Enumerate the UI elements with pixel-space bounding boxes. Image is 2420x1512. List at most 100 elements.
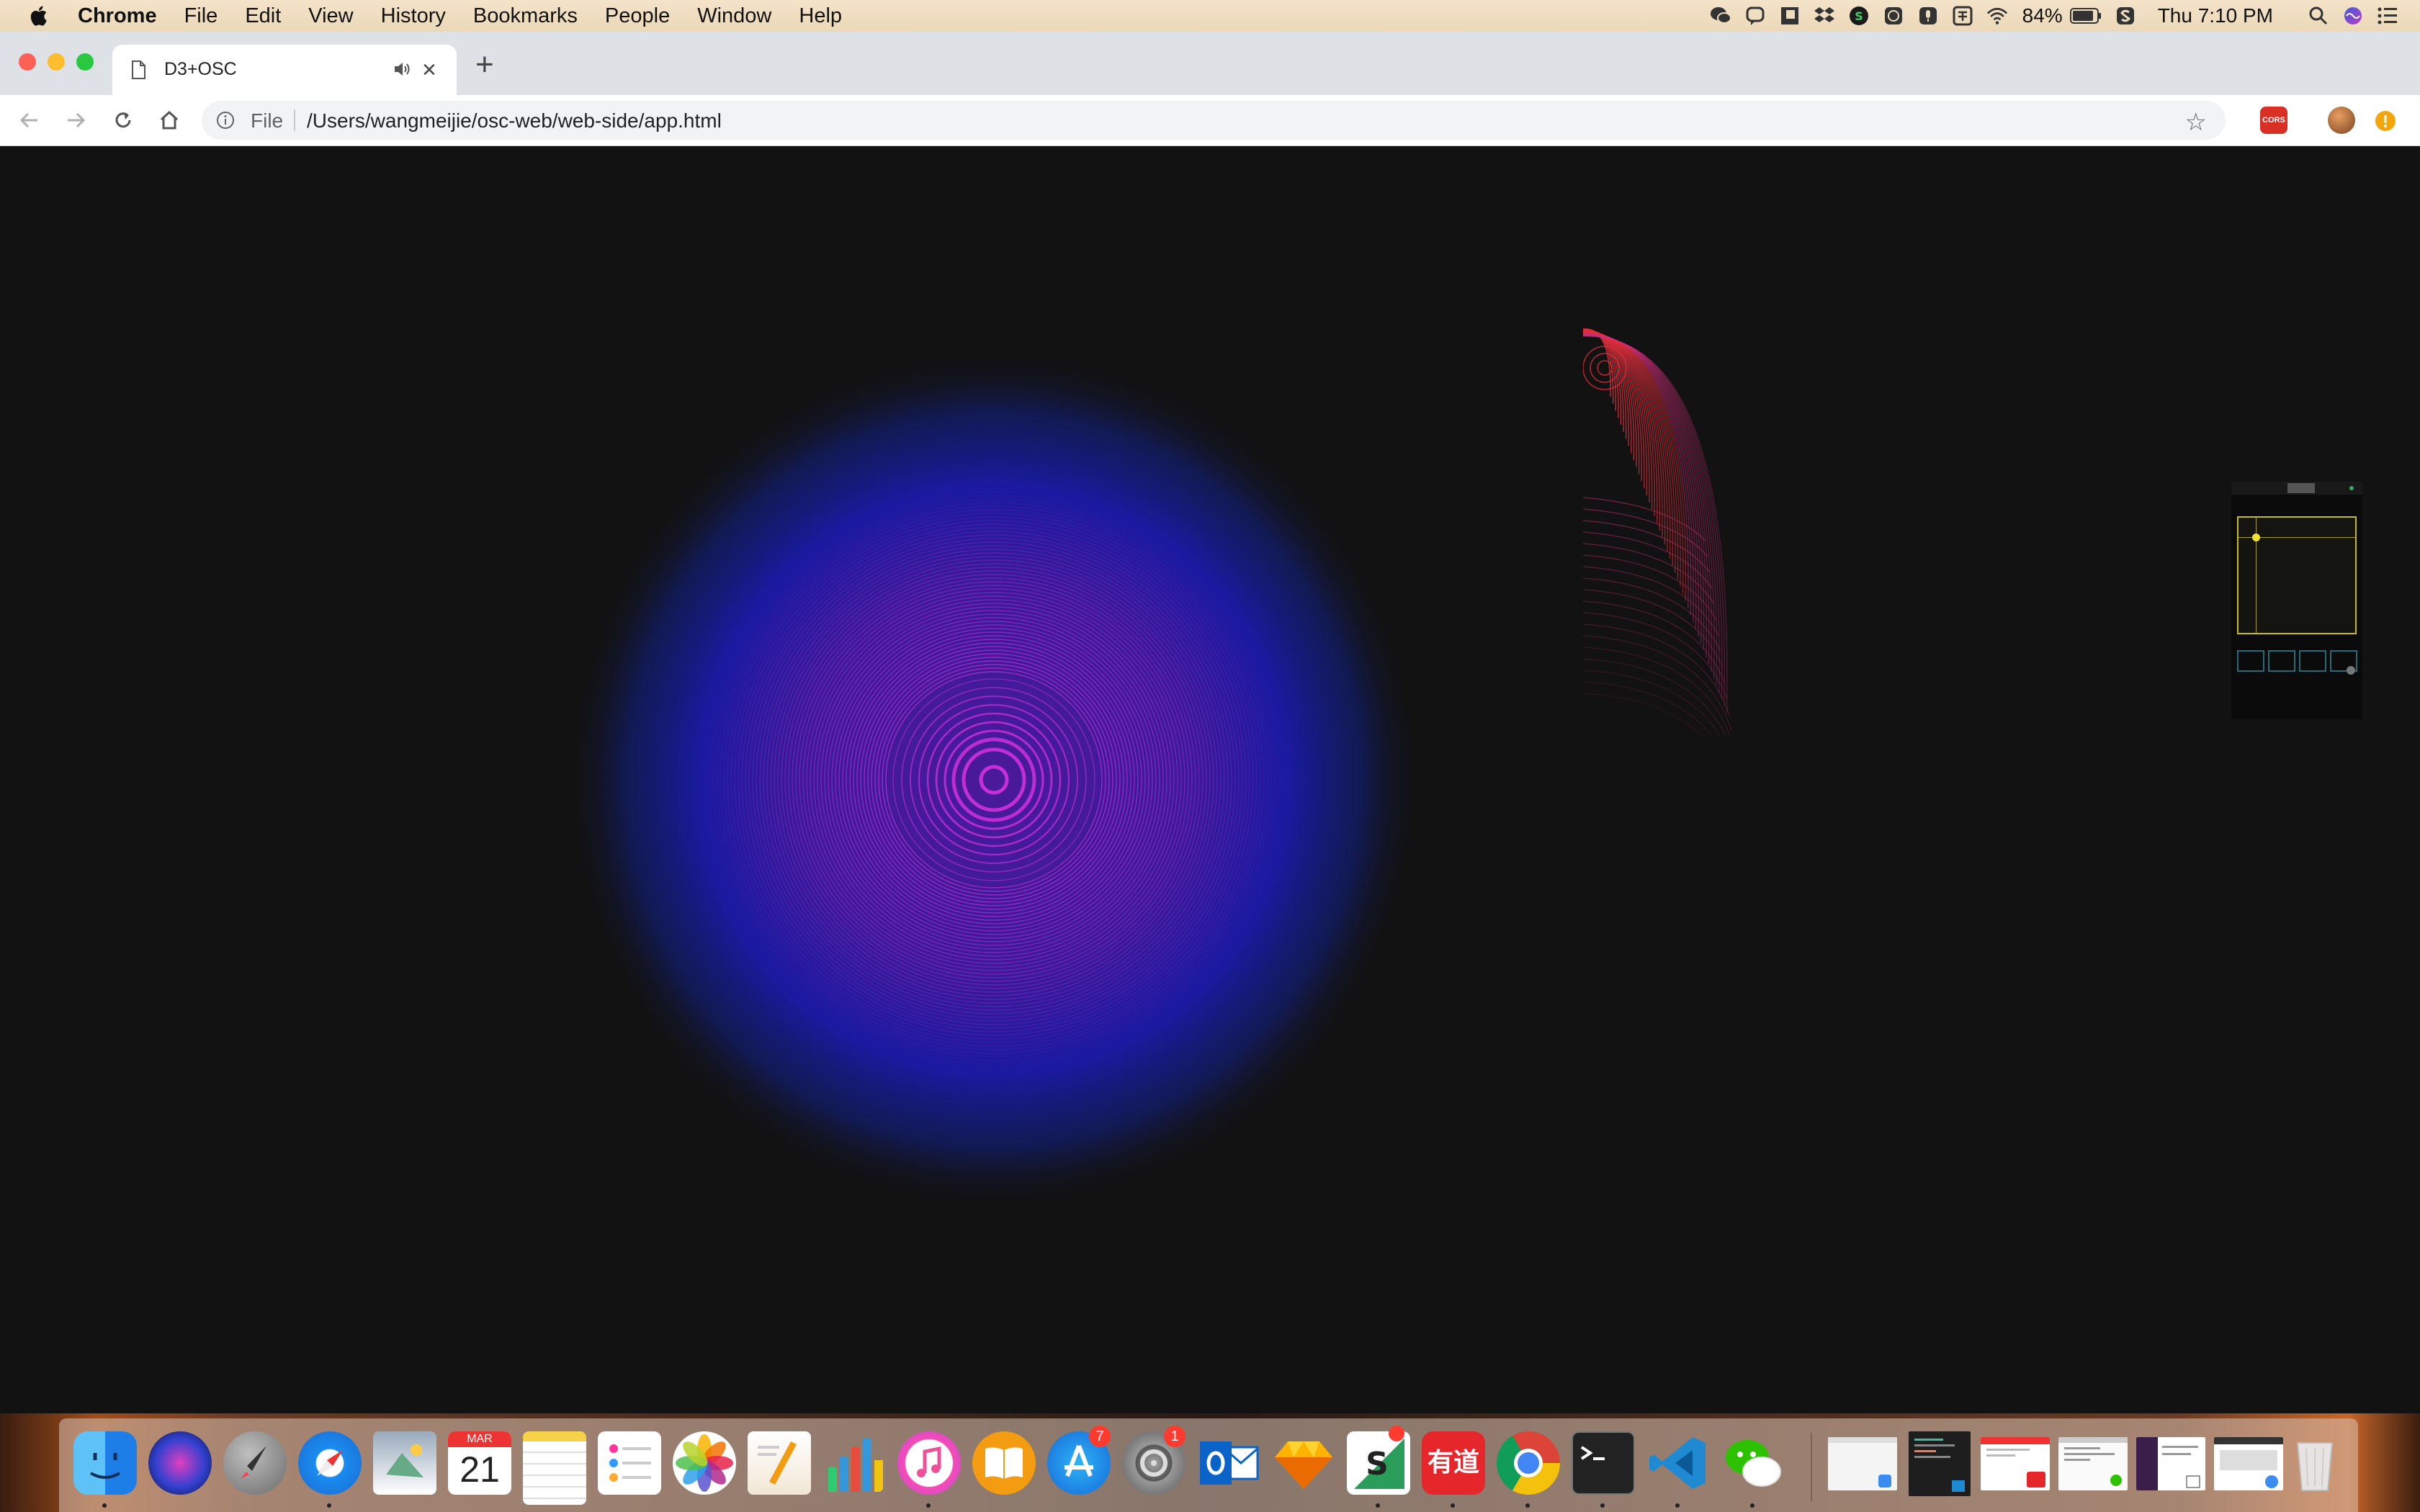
wechat-tray-icon[interactable] (1710, 5, 1731, 27)
bookmark-star-icon[interactable]: ☆ (2185, 108, 2207, 137)
menu-bookmarks[interactable]: Bookmarks (473, 4, 578, 28)
xy-pad[interactable] (2237, 516, 2357, 634)
url-separator (294, 109, 295, 131)
slides-icon[interactable]: S (1347, 1431, 1410, 1495)
pages-icon[interactable] (748, 1431, 811, 1495)
audio-playing-icon[interactable] (393, 60, 412, 78)
cors-extension-label: CORS (2262, 116, 2285, 125)
cors-extension-icon[interactable]: CORS (2260, 107, 2287, 134)
calendar-day: 21 (460, 1449, 500, 1490)
pad-button-1[interactable] (2237, 650, 2264, 672)
scrivener-tray-icon[interactable] (2115, 5, 2136, 27)
green-s-tray-icon[interactable]: S (1848, 5, 1870, 27)
preview-icon[interactable] (373, 1431, 436, 1495)
calendar-icon[interactable]: MAR 21 (448, 1431, 511, 1495)
minimized-window-6[interactable] (2214, 1437, 2283, 1490)
close-window-button[interactable] (19, 53, 36, 71)
wave-curve (1583, 543, 1715, 605)
menu-people[interactable]: People (605, 4, 670, 28)
safari-icon[interactable] (298, 1431, 362, 1495)
pad-indicator-dot (2347, 666, 2355, 675)
wave-curve (1583, 658, 1726, 735)
wechat-running-dot (1750, 1503, 1754, 1508)
menu-file[interactable]: File (184, 4, 218, 28)
reminders-icon[interactable] (598, 1431, 661, 1495)
finder-icon[interactable] (73, 1431, 137, 1495)
vscode-icon[interactable] (1646, 1431, 1710, 1495)
photos-icon[interactable] (673, 1431, 736, 1495)
notification-center-icon[interactable] (2377, 5, 2398, 27)
chat-bubble-tray-icon[interactable] (1744, 5, 1766, 27)
pad-button-3[interactable] (2299, 650, 2326, 672)
numbers-icon[interactable] (823, 1431, 886, 1495)
slides-badge-dot (1389, 1426, 1404, 1441)
xy-pad-widget (2231, 482, 2362, 719)
update-alert-icon[interactable] (2375, 111, 2396, 131)
close-tab-icon[interactable]: × (422, 56, 436, 84)
vscode-running-dot (1675, 1503, 1680, 1508)
wechat-icon[interactable] (1721, 1431, 1785, 1495)
frame-tray-icon[interactable] (1779, 5, 1801, 27)
calendar-month: MAR (448, 1431, 511, 1447)
menu-help[interactable]: Help (799, 4, 842, 28)
profile-avatar[interactable] (2328, 107, 2355, 134)
reload-button[interactable] (109, 107, 137, 134)
menu-view[interactable]: View (308, 4, 353, 28)
widget-drag-handle[interactable] (2287, 483, 2315, 493)
app-store-badge: 7 (1089, 1426, 1111, 1447)
url-text[interactable]: /Users/wangmeijie/osc-web/web-side/app.h… (307, 109, 722, 132)
dropbox-tray-icon[interactable] (1814, 5, 1835, 27)
menu-clock[interactable]: Thu 7:10 PM (2158, 4, 2273, 27)
microphone-tray-icon[interactable] (1917, 5, 1939, 27)
menu-app-name[interactable]: Chrome (78, 4, 157, 28)
menu-edit[interactable]: Edit (245, 4, 281, 28)
svg-text:S: S (1855, 9, 1863, 23)
widget-header (2231, 482, 2362, 495)
minimized-window-2[interactable] (1909, 1431, 1971, 1496)
browser-tab-strip: D3+OSC × + (0, 32, 2420, 95)
minimized-window-4[interactable] (2058, 1437, 2128, 1490)
zoom-window-button[interactable] (76, 53, 94, 71)
itunes-icon[interactable] (897, 1431, 961, 1495)
home-button[interactable] (156, 107, 183, 134)
finder-running-dot (102, 1503, 107, 1508)
minimized-window-5[interactable] (2136, 1437, 2205, 1490)
wave-curve (1583, 612, 1728, 700)
wifi-tray-icon[interactable] (1986, 5, 2008, 27)
face-tray-icon[interactable] (1883, 5, 1904, 27)
wave-curve (1583, 693, 1703, 735)
spotlight-search-icon[interactable] (2308, 5, 2329, 27)
menu-window[interactable]: Window (697, 4, 771, 28)
menu-history[interactable]: History (381, 4, 446, 28)
siri-icon[interactable] (148, 1431, 212, 1495)
xy-pad-handle[interactable] (2252, 534, 2260, 541)
chrome-icon[interactable] (1497, 1431, 1560, 1495)
notes-icon[interactable] (523, 1431, 586, 1505)
wave-curve (1583, 589, 1724, 668)
siri-tray-icon[interactable] (2342, 5, 2364, 27)
status-tray: S 84% Thu 7:10 PM (1697, 0, 2398, 32)
browser-tab-active[interactable]: D3+OSC × (112, 45, 457, 95)
tab-title: D3+OSC (164, 59, 237, 79)
new-tab-button[interactable]: + (475, 49, 494, 81)
input-method-tray-icon[interactable] (1952, 5, 1973, 27)
site-info-icon[interactable] (216, 111, 235, 130)
launchpad-icon[interactable] (223, 1431, 287, 1495)
minimized-window-3[interactable] (1981, 1437, 2050, 1490)
back-button[interactable] (16, 107, 43, 134)
trash-icon[interactable] (2283, 1431, 2347, 1495)
minimize-window-button[interactable] (48, 53, 65, 71)
sketch-icon[interactable] (1272, 1431, 1335, 1495)
widget-status-dot (2349, 486, 2354, 490)
address-bar[interactable]: File /Users/wangmeijie/osc-web/web-side/… (202, 101, 2226, 140)
outlook-icon[interactable] (1197, 1431, 1260, 1495)
youdao-icon[interactable]: 有道 (1422, 1431, 1485, 1495)
apple-logo-icon[interactable] (27, 4, 52, 28)
youdao-label: 有道 (1427, 1448, 1479, 1477)
minimized-window-1[interactable] (1828, 1437, 1897, 1490)
pad-button-2[interactable] (2268, 650, 2295, 672)
ibooks-icon[interactable] (972, 1431, 1036, 1495)
terminal-icon[interactable] (1572, 1431, 1635, 1495)
battery-icon[interactable] (2069, 5, 2102, 27)
forward-button[interactable] (62, 107, 89, 134)
